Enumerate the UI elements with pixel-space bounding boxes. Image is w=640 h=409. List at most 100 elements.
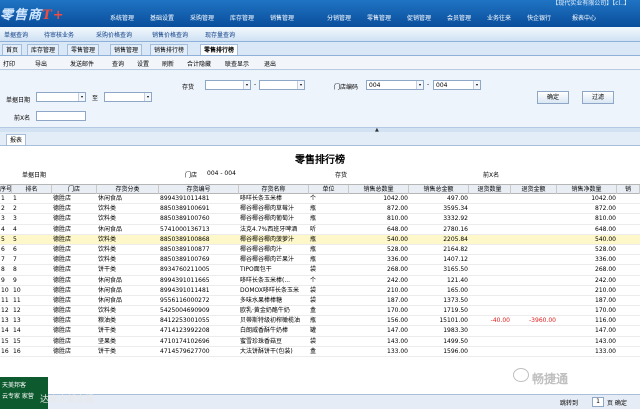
cell-store: 德胜店: [53, 276, 72, 284]
hide-total-button[interactable]: 合计隐藏: [187, 59, 211, 68]
quick-sales-price[interactable]: 销售价格查询: [152, 30, 188, 39]
tab-report[interactable]: 报表: [6, 134, 27, 145]
table-row[interactable]: 13 13 德胜店 粮油类 8412253001055 贝蒂斯特级初榨橄榄油 瓶 156.00…: [0, 316, 640, 327]
stock-to-input[interactable]: ▾: [259, 80, 305, 90]
cell-qty: 336.00: [387, 256, 408, 264]
ok-button[interactable]: 确定: [537, 91, 569, 104]
column-header-unit[interactable]: 单位: [309, 185, 349, 194]
tab-retail[interactable]: 零售管理: [67, 44, 100, 55]
cell-net-qty: 872.00: [595, 205, 616, 213]
topn-input[interactable]: [36, 111, 86, 121]
filter-button[interactable]: 过滤: [582, 91, 614, 104]
linked-view-button[interactable]: 联查显示: [225, 59, 249, 68]
date-to-input[interactable]: ▾: [104, 92, 152, 102]
print-button[interactable]: 打印: [3, 59, 15, 68]
tab-sales-ranking[interactable]: 销售排行榜: [150, 44, 189, 55]
column-header-qty[interactable]: 销售总数量: [349, 185, 409, 194]
column-header-return-qty[interactable]: 退货数量: [469, 185, 511, 194]
quick-pending[interactable]: 待审核业务: [44, 30, 74, 39]
table-row[interactable]: 4 4 德胜店 休闲食品 5741000136713 法克4.7%西班牙啤酒 听 648.00…: [0, 225, 640, 235]
cell-rank: 11: [13, 296, 21, 304]
table-row[interactable]: 5 5 德胜店 饮料类 8850389100868 椰谷椰谷椰肉菠萝汁 瓶 540.00 220…: [0, 234, 640, 245]
cell-unit: 瓶: [310, 235, 317, 243]
nav-system[interactable]: 系统管理: [110, 13, 134, 22]
store-from-input[interactable]: 004 ▾: [366, 80, 424, 90]
nav-stock[interactable]: 库存管理: [230, 13, 254, 22]
nav-bank[interactable]: 快企银行: [527, 13, 551, 22]
page-input[interactable]: 1: [592, 397, 604, 407]
report-stock-label: 存货: [335, 172, 348, 179]
cell-amount: 15101.00: [439, 317, 468, 325]
tab-retail-ranking[interactable]: 零售排行榜: [200, 44, 239, 55]
nav-purchase[interactable]: 采购管理: [190, 13, 214, 22]
cell-category: 休闲食品: [98, 296, 123, 304]
nav-basic[interactable]: 基础设置: [150, 13, 174, 22]
export-button[interactable]: 导出: [35, 59, 47, 68]
cell-extra: [617, 276, 640, 285]
store-to-input[interactable]: 004 ▾: [433, 80, 481, 90]
stock-from-input[interactable]: ▾: [205, 80, 251, 90]
tab-sales[interactable]: 销售管理: [110, 44, 143, 55]
column-header-code[interactable]: 存货编号: [159, 185, 239, 194]
table-row[interactable]: 9 9 德胜店 休闲食品 8994391011665 哆咩长条玉米棒(... 个 242.00…: [0, 276, 640, 286]
quick-purchase-price[interactable]: 采购价格查询: [96, 30, 132, 39]
dropdown-icon[interactable]: ▾: [297, 81, 304, 89]
top-bar: 零售商T+ 【现代实业有限公司】【cl..】 系统管理 基础设置 采购管理 库存…: [0, 0, 640, 27]
column-header-rank[interactable]: 排名: [12, 185, 52, 194]
date-from-input[interactable]: ▾: [36, 92, 86, 102]
column-header-category[interactable]: 存货分类: [97, 185, 159, 194]
cell-seq: 13: [1, 317, 9, 325]
table-row[interactable]: 11 11 德胜店 休闲食品 9556116000272 多味水果棒棒糖 袋 187.00 13…: [0, 296, 640, 307]
column-header-store[interactable]: 门店: [52, 185, 97, 194]
cell-amount: 1499.50: [443, 337, 468, 345]
tab-home[interactable]: 首页: [2, 44, 23, 55]
query-button[interactable]: 查询: [112, 59, 124, 68]
table-row[interactable]: 2 2 德胜店 饮料类 8850389100691 椰谷椰谷椰肉草莓汁 瓶 872.00 359…: [0, 204, 640, 215]
column-header-return-amount[interactable]: 退货金额: [511, 185, 557, 194]
table-row[interactable]: 10 10 德胜店 休闲食品 8994391011481 DOMOX哆咩长条玉米 袋 210.…: [0, 286, 640, 296]
page-confirm[interactable]: 页 确定: [607, 398, 627, 407]
quick-doc-query[interactable]: 单据查询: [4, 30, 28, 39]
report-store-label: 门店: [185, 172, 198, 179]
nav-distribution[interactable]: 分销管理: [327, 13, 351, 22]
dropdown-icon[interactable]: ▾: [416, 81, 423, 89]
nav-retail[interactable]: 零售管理: [367, 13, 391, 22]
cell-unit: 盒: [310, 347, 317, 355]
nav-promotion[interactable]: 促销管理: [407, 13, 431, 22]
column-header-net-qty[interactable]: 销售净数量: [557, 185, 617, 194]
nav-member[interactable]: 会员管理: [447, 13, 471, 22]
table-row[interactable]: 3 3 德胜店 饮料类 8850389100760 椰谷椰谷椰肉葡萄汁 瓶 810.00 333…: [0, 214, 640, 225]
column-header-amount[interactable]: 销售总金额: [409, 185, 469, 194]
column-header-name[interactable]: 存货名称: [239, 185, 309, 194]
nav-reports[interactable]: 报表中心: [572, 13, 596, 22]
dropdown-icon[interactable]: ▾: [473, 81, 480, 89]
column-header-extra[interactable]: 销: [617, 185, 640, 194]
nav-business[interactable]: 业务往来: [487, 13, 511, 22]
table-row[interactable]: 6 6 德胜店 饮料类 8850389100877 椰谷椰谷椰肉汁 瓶 528.00 2164.…: [0, 245, 640, 256]
nav-sales[interactable]: 销售管理: [270, 13, 294, 22]
cell-qty: 133.00: [387, 347, 408, 355]
tab-stock[interactable]: 库存管理: [27, 44, 60, 55]
table-row[interactable]: 15 15 德胜店 坚果类 4710174102696 蜜雪珍珠香菇豆 袋 143.00 149…: [0, 337, 640, 347]
calendar-icon[interactable]: ▾: [144, 93, 151, 101]
calendar-icon[interactable]: ▾: [78, 93, 85, 101]
refresh-button[interactable]: 刷新: [162, 59, 174, 68]
quick-stock-query[interactable]: 现存量查询: [205, 30, 235, 39]
cell-amount: 497.00: [447, 195, 468, 202]
exit-button[interactable]: 退出: [264, 59, 276, 68]
table-row[interactable]: 12 12 德胜店 饮料类 5425004690909 欧乳·黄金奶酪牛奶 盒 170.00 1…: [0, 306, 640, 317]
table-row[interactable]: 8 8 德胜店 饼干类 8934760211005 TIPO面包干 袋 268.00 3165.…: [0, 265, 640, 276]
cell-name: 椰谷椰谷椰肉葡萄汁: [240, 215, 295, 223]
table-row[interactable]: 16 16 德胜店 饼干类 4714579627700 大法饼酥饼干(包装) 盒 133.00…: [0, 347, 640, 357]
report-date-label: 单据日期: [22, 172, 47, 179]
column-header-seq[interactable]: 序号: [0, 185, 12, 194]
send-mail-button[interactable]: 发送邮件: [70, 59, 94, 68]
settings-button[interactable]: 设置: [137, 59, 149, 68]
table-row[interactable]: 7 7 德胜店 饮料类 8850389100769 椰谷椰谷椰肉芒果汁 瓶 336.00 140…: [0, 255, 640, 266]
taskbar-line2: 云专家 家营: [2, 393, 34, 400]
topn-label: 前X名: [14, 115, 31, 122]
table-row[interactable]: 1 1 德胜店 休闲食品 8994391011481 哆咩长条玉米棒 个 1042.00 497…: [0, 194, 640, 205]
cell-name: 欧乳·黄金奶酪牛奶: [240, 307, 290, 315]
table-row[interactable]: 14 14 德胜店 饼干类 4714123992208 白朗威香酥牛奶棒 罐 147.00 19…: [0, 326, 640, 337]
dropdown-icon[interactable]: ▾: [243, 81, 250, 89]
